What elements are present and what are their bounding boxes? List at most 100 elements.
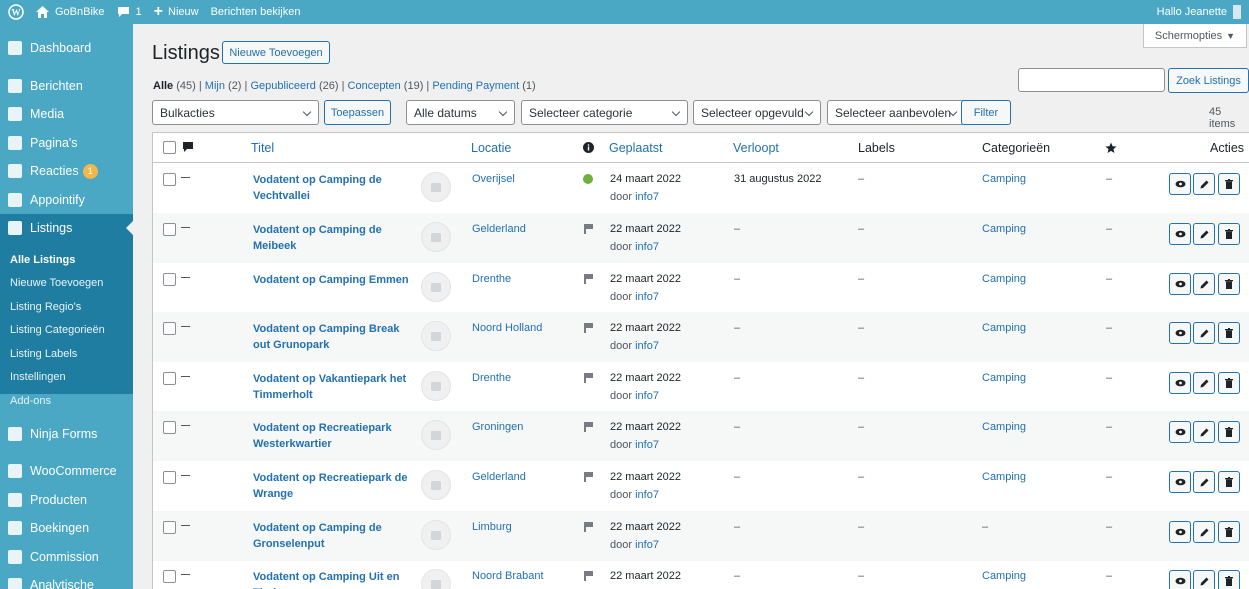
view-button[interactable]	[1169, 273, 1191, 295]
date-filter-select[interactable]: Alle datums	[406, 100, 515, 125]
site-name-link[interactable]: GoBnBike	[30, 0, 111, 24]
listing-category[interactable]: Camping	[982, 421, 1026, 433]
delete-button[interactable]	[1218, 471, 1240, 493]
filled-filter-select[interactable]: Selecteer opgevuld	[693, 100, 821, 125]
author-link[interactable]: info7	[635, 539, 659, 551]
row-checkbox[interactable]	[163, 471, 176, 484]
sidebar-item-dashboard[interactable]: Dashboard	[0, 34, 133, 62]
sidebar-item-ninja-forms[interactable]: Ninja Forms	[0, 420, 133, 448]
featured-filter-select[interactable]: Selecteer aanbevolen	[827, 100, 965, 125]
view-button[interactable]	[1169, 372, 1191, 394]
sidebar-item-reacties[interactable]: Reacties 1	[0, 157, 133, 185]
sidebar-item-listings[interactable]: Listings	[0, 214, 133, 242]
view-mine[interactable]: Mijn (2)	[205, 80, 242, 92]
listing-title-link[interactable]: Vodatent op Camping Uit en Thuis	[253, 569, 418, 589]
listing-category[interactable]: Camping	[982, 322, 1026, 334]
listing-title-link[interactable]: Vodatent op Vakantiepark het Timmerholt	[253, 371, 418, 403]
delete-button[interactable]	[1218, 173, 1240, 195]
listing-category[interactable]: Camping	[982, 273, 1026, 285]
author-link[interactable]: info7	[635, 439, 659, 451]
sidebar-item-commission[interactable]: Commission	[0, 543, 133, 571]
edit-button[interactable]	[1193, 173, 1215, 195]
row-checkbox[interactable]	[163, 570, 176, 583]
sidebar-item-media[interactable]: Media	[0, 100, 133, 128]
sidebar-item-berichten[interactable]: Berichten	[0, 72, 133, 100]
view-pending-payment[interactable]: Pending Payment (1)	[432, 80, 535, 92]
column-posted[interactable]: Geplaatst	[609, 141, 663, 155]
new-content-link[interactable]: + Nieuw	[148, 0, 205, 24]
edit-button[interactable]	[1193, 322, 1215, 344]
row-checkbox[interactable]	[163, 273, 176, 286]
listing-location[interactable]: Noord Brabant	[472, 570, 544, 582]
submenu-item-regions[interactable]: Listing Regio's	[10, 301, 81, 313]
view-drafts[interactable]: Concepten (19)	[348, 80, 424, 92]
listing-location[interactable]: Noord Holland	[472, 322, 542, 334]
view-published[interactable]: Gepubliceerd (26)	[250, 80, 338, 92]
apply-button[interactable]: Toepassen	[324, 100, 391, 125]
search-input[interactable]	[1018, 68, 1165, 92]
screen-options-button[interactable]: Schermopties ▼	[1143, 24, 1247, 48]
view-all[interactable]: Alle (45)	[153, 80, 196, 92]
listing-category[interactable]: Camping	[982, 372, 1026, 384]
row-checkbox[interactable]	[163, 173, 176, 186]
listing-location[interactable]: Overijsel	[472, 173, 515, 185]
author-link[interactable]: info7	[635, 241, 659, 253]
delete-button[interactable]	[1218, 521, 1240, 543]
edit-button[interactable]	[1193, 421, 1215, 443]
listing-location[interactable]: Limburg	[472, 521, 512, 533]
listing-title-link[interactable]: Vodatent op Recreatiepark de Wrange	[253, 470, 418, 502]
column-title[interactable]: Titel	[251, 141, 274, 155]
listing-title-link[interactable]: Vodatent op Recreatiepark Westerkwartier	[253, 420, 418, 452]
sidebar-item-woocommerce[interactable]: WooCommerce	[0, 457, 133, 485]
listing-title-link[interactable]: Vodatent op Camping de Gronselenput	[253, 520, 418, 552]
listing-title-link[interactable]: Vodatent op Camping Emmen	[253, 272, 418, 288]
author-link[interactable]: info7	[635, 191, 659, 203]
listing-category[interactable]: Camping	[982, 471, 1026, 483]
listing-title-link[interactable]: Vodatent op Camping Break out Grunopark	[253, 321, 418, 353]
delete-button[interactable]	[1218, 421, 1240, 443]
sidebar-item-boekingen[interactable]: Boekingen	[0, 514, 133, 542]
author-link[interactable]: info7	[635, 291, 659, 303]
listing-location[interactable]: Groningen	[472, 421, 523, 433]
row-checkbox[interactable]	[163, 372, 176, 385]
submenu-item-categories[interactable]: Listing Categorieën	[10, 324, 105, 336]
author-link[interactable]: info7	[635, 489, 659, 501]
edit-button[interactable]	[1193, 273, 1215, 295]
search-listings-button[interactable]: Zoek Listings	[1168, 68, 1249, 93]
listing-category[interactable]: Camping	[982, 173, 1026, 185]
sidebar-item-paginas[interactable]: Pagina's	[0, 129, 133, 157]
view-button[interactable]	[1169, 570, 1191, 589]
view-button[interactable]	[1169, 322, 1191, 344]
listing-category[interactable]: Camping	[982, 570, 1026, 582]
submenu-item-all-listings[interactable]: Alle Listings	[10, 254, 75, 266]
filter-button[interactable]: Filter	[961, 100, 1011, 125]
edit-button[interactable]	[1193, 223, 1215, 245]
view-button[interactable]	[1169, 173, 1191, 195]
author-link[interactable]: info7	[635, 340, 659, 352]
add-new-button[interactable]: Nieuwe Toevoegen	[222, 41, 330, 64]
listing-location[interactable]: Gelderland	[472, 471, 526, 483]
category-filter-select[interactable]: Selecteer categorie	[521, 100, 688, 125]
submenu-item-addons[interactable]: Add-ons	[10, 395, 51, 407]
sidebar-item-appointify[interactable]: Appointify	[0, 186, 133, 214]
delete-button[interactable]	[1218, 273, 1240, 295]
edit-button[interactable]	[1193, 570, 1215, 589]
delete-button[interactable]	[1218, 223, 1240, 245]
row-checkbox[interactable]	[163, 521, 176, 534]
bulk-actions-select[interactable]: Bulkacties	[152, 100, 319, 125]
listing-category[interactable]: Camping	[982, 223, 1026, 235]
select-all-checkbox[interactable]	[163, 141, 176, 154]
submenu-item-settings[interactable]: Instellingen	[10, 371, 66, 383]
listing-title-link[interactable]: Vodatent op Camping de Vechtvallei	[253, 172, 418, 204]
view-button[interactable]	[1169, 223, 1191, 245]
submenu-item-labels[interactable]: Listing Labels	[10, 348, 77, 360]
delete-button[interactable]	[1218, 322, 1240, 344]
edit-button[interactable]	[1193, 372, 1215, 394]
row-checkbox[interactable]	[163, 223, 176, 236]
account-menu[interactable]: Hallo Jeanette	[1157, 5, 1249, 19]
delete-button[interactable]	[1218, 372, 1240, 394]
view-button[interactable]	[1169, 421, 1191, 443]
listing-location[interactable]: Drenthe	[472, 372, 511, 384]
listing-location[interactable]: Drenthe	[472, 273, 511, 285]
column-location[interactable]: Locatie	[471, 141, 511, 155]
